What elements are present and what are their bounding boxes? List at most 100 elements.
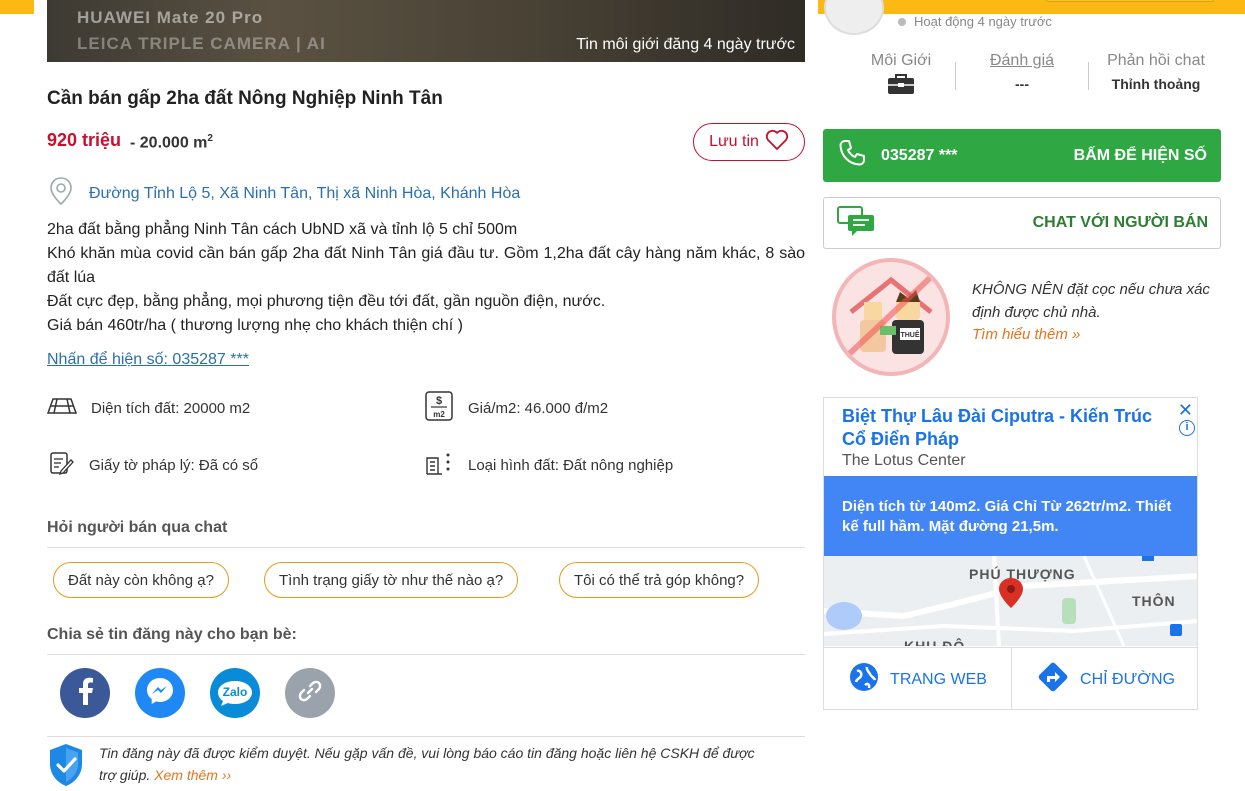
show-phone-cta: BẤM ĐỂ HIỆN SỐ (1073, 146, 1207, 164)
ad-directions-button[interactable]: CHỈ ĐƯỜNG (1011, 648, 1197, 709)
ad-banner[interactable]: Biệt Thự Lâu Đài Ciputra - Kiến Trúc Cổ … (823, 397, 1198, 710)
warning-sign-text: THUÊ (900, 330, 919, 339)
spec-area-text: Diện tích đất: 20000 m2 (91, 399, 251, 417)
chat-question-text: Tình trạng giấy tờ như thế nào ạ? (279, 571, 504, 589)
share-section-title: Chia sẻ tin đăng này cho bạn bè: (47, 626, 297, 643)
seller-stat-rating[interactable]: Đánh giá --- (967, 52, 1077, 92)
svg-text:m2: m2 (433, 410, 445, 419)
stat-separator (1088, 62, 1089, 90)
listing-price: 920 triệu (47, 130, 122, 150)
masked-phone-number: 035287 *** (881, 146, 958, 164)
facebook-icon (75, 677, 95, 710)
description-line: Giá bán 460tr/ha ( thương lượng nhẹ cho … (47, 317, 463, 334)
stat-label: Môi Giới (870, 52, 932, 69)
spec-land-type: Loại hình đất: Đất nông nghiệp (424, 450, 673, 480)
save-listing-button[interactable]: Lưu tin (693, 123, 805, 161)
share-messenger-button[interactable] (135, 668, 185, 718)
map-label: PHÚ THƯỢNG (969, 565, 1076, 582)
show-phone-button[interactable]: 035287 *** BẤM ĐỂ HIỆN SỐ (823, 129, 1221, 182)
moderation-notice: Tin đăng này đã được kiểm duyệt. Nếu gặp… (47, 742, 805, 791)
briefcase-icon (846, 72, 956, 101)
notice-more-link[interactable]: Xem thêm ›› (154, 767, 231, 783)
stat-label: Phản hồi chat (1107, 52, 1205, 69)
land-type-icon (424, 450, 454, 480)
divider (47, 736, 805, 737)
deposit-warning-illustration: THUÊ (832, 258, 950, 376)
seller-sidebar: Hoạt động 4 ngày trước Môi Giới Đánh giá… (822, 0, 1222, 791)
ad-title[interactable]: Biệt Thự Lâu Đài Ciputra - Kiến Trúc Cổ … (842, 405, 1172, 451)
ad-actions: TRANG WEB CHỈ ĐƯỜNG (824, 647, 1197, 709)
spec-legal: Giấy tờ pháp lý: Đã có sổ (47, 450, 258, 480)
seller-stat-chat-response: Phản hồi chat Thỉnh thoảng (1096, 52, 1216, 92)
show-phone-link[interactable]: Nhấn để hiện số: 035287 *** (47, 351, 249, 369)
zalo-label: Zalo (222, 685, 248, 699)
photo-watermark-model: HUAWEI Mate 20 Pro (77, 8, 264, 27)
listing-area: - 20.000 m2 (130, 133, 213, 152)
seller-avatar[interactable] (824, 0, 884, 35)
ad-map[interactable]: PHÚ THƯỢNG THÔN KHU ĐÔ (824, 556, 1197, 646)
stat-label: Đánh giá (989, 52, 1055, 69)
stat-value: Thỉnh thoảng (1111, 76, 1201, 92)
chat-question-chip[interactable]: Tình trạng giấy tờ như thế nào ạ? (264, 562, 519, 598)
chat-question-text: Tôi có thể trả góp không? (574, 571, 745, 589)
globe-icon (848, 661, 880, 698)
stat-separator (955, 62, 956, 90)
deposit-warning-link[interactable]: Tìm hiểu thêm » (972, 326, 1080, 343)
ad-subtitle: The Lotus Center (842, 452, 966, 469)
stat-value: --- (1015, 76, 1029, 92)
spec-area: Diện tích đất: 20000 m2 (46, 395, 251, 421)
messenger-icon (145, 676, 175, 711)
spec-legal-text: Giấy tờ pháp lý: Đã có sổ (89, 456, 259, 474)
photo-caption: Tin môi giới đăng 4 ngày trước (576, 36, 795, 53)
chat-question-chip[interactable]: Tôi có thể trả góp không? (559, 562, 760, 598)
ad-info-icon[interactable]: i (1179, 420, 1195, 436)
chat-with-seller-label: CHAT VỚI NGƯỜI BÁN (1032, 214, 1208, 231)
chat-question-text: Đất này còn không ạ? (68, 571, 214, 589)
listing-photo[interactable]: HUAWEI Mate 20 Pro LEICA TRIPLE CAMERA |… (47, 0, 805, 62)
photo-watermark-camera: LEICA TRIPLE CAMERA | AI (77, 34, 326, 53)
copy-link-button[interactable] (285, 668, 335, 718)
ad-body[interactable]: Diện tích từ 140m2. Giá Chỉ Từ 262tr/m2.… (824, 476, 1197, 556)
location-pin-icon (47, 176, 75, 211)
share-zalo-button[interactable]: Zalo (210, 668, 260, 718)
verified-shield-icon (47, 742, 85, 791)
seller-activity: Hoạt động 4 ngày trước (898, 14, 1052, 29)
listing-title: Cần bán gấp 2ha đất Nông Nghiệp Ninh Tân (47, 88, 443, 109)
description-line: 2ha đất bằng phẳng Ninh Tân cách UbND xã… (47, 221, 518, 238)
description-line: Khó khăn mùa covid cần bán gấp 2ha đất N… (47, 245, 805, 286)
listing-address-row: Đường Tỉnh Lộ 5, Xã Ninh Tân, Thị xã Nin… (47, 176, 520, 211)
seller-stat-type: Môi Giới (846, 52, 956, 101)
divider (47, 654, 805, 655)
spec-land-type-text: Loại hình đất: Đất nông nghiệp (468, 456, 674, 474)
price-per-m2-icon: $ m2 (424, 390, 454, 426)
link-icon (297, 678, 323, 709)
divider (47, 547, 805, 548)
svg-text:$: $ (436, 395, 442, 407)
spec-price-per-m2: $ m2 Giá/m2: 46.000 đ/m2 (424, 390, 608, 426)
chat-bubbles-icon (836, 205, 878, 242)
ad-close-icon[interactable]: ✕ (1178, 400, 1193, 421)
chat-question-chip[interactable]: Đất này còn không ạ? (53, 562, 229, 598)
zalo-icon: Zalo (215, 678, 255, 708)
directions-icon (1036, 660, 1070, 699)
ad-website-button[interactable]: TRANG WEB (824, 648, 1011, 709)
land-area-icon (46, 395, 78, 421)
listing-detail: HUAWEI Mate 20 Pro LEICA TRIPLE CAMERA |… (34, 0, 818, 791)
share-facebook-button[interactable] (60, 668, 110, 718)
deposit-warning-text: KHÔNG NÊN đặt cọc nếu chưa xác định được… (972, 281, 1210, 321)
map-label: THÔN (1132, 592, 1176, 609)
seller-activity-text: Hoạt động 4 ngày trước (914, 14, 1052, 29)
save-listing-label: Lưu tin (709, 133, 759, 150)
listing-address[interactable]: Đường Tỉnh Lộ 5, Xã Ninh Tân, Thị xã Nin… (89, 185, 520, 203)
chat-section-title: Hỏi người bán qua chat (47, 519, 228, 536)
listing-area-unit-sup: 2 (207, 133, 213, 144)
ad-website-label: TRANG WEB (890, 670, 987, 688)
activity-status-dot (898, 17, 906, 26)
heart-icon (765, 129, 789, 156)
description-line: Đất cực đẹp, bằng phẳng, mọi phương tiện… (47, 293, 606, 310)
legal-document-icon (47, 450, 75, 480)
ad-directions-label: CHỈ ĐƯỜNG (1080, 670, 1175, 688)
spec-price-per-m2-text: Giá/m2: 46.000 đ/m2 (468, 399, 609, 417)
map-label: KHU ĐÔ (904, 637, 965, 646)
chat-with-seller-button[interactable]: CHAT VỚI NGƯỜI BÁN (823, 197, 1221, 249)
